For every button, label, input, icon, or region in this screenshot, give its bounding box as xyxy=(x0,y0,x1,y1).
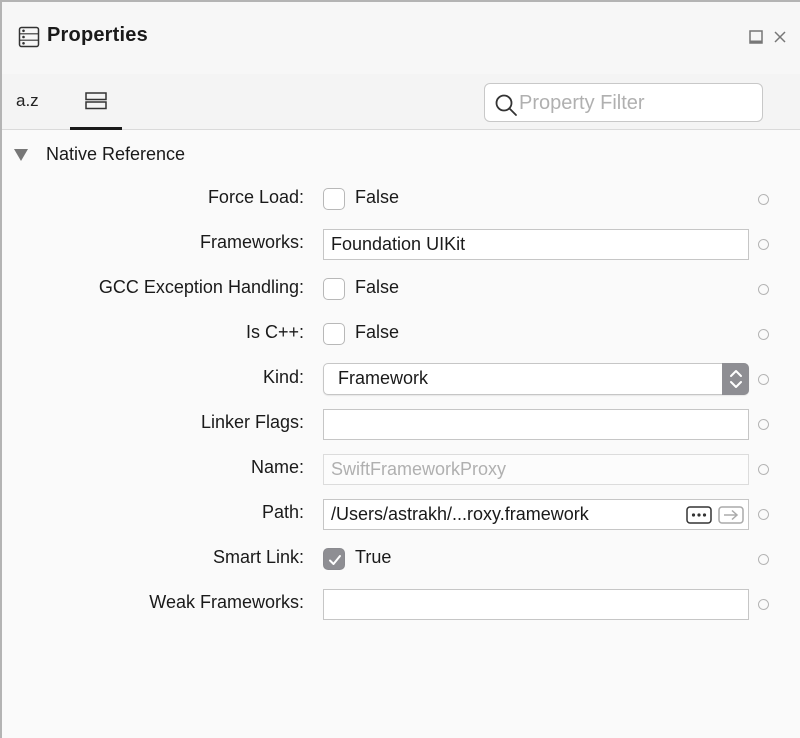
reset-default-button[interactable] xyxy=(758,284,769,295)
property-filter-box[interactable] xyxy=(484,83,763,122)
search-icon xyxy=(495,94,517,116)
select-stepper[interactable] xyxy=(722,363,749,395)
property-label: GCC Exception Handling: xyxy=(98,277,304,297)
property-row-linker-flags: Linker Flags: xyxy=(2,404,800,444)
close-button[interactable] xyxy=(772,29,788,45)
reset-default-button[interactable] xyxy=(758,329,769,340)
selected-value: Framework xyxy=(338,368,429,388)
reset-default-button[interactable] xyxy=(758,554,769,565)
checkbox-label: True xyxy=(355,547,392,567)
chevron-up-down-icon xyxy=(730,370,742,388)
section-title: Native Reference xyxy=(46,144,186,164)
maximize-button[interactable] xyxy=(748,29,764,45)
panel-title: Properties xyxy=(47,24,148,46)
checkbox-label: False xyxy=(355,322,400,342)
property-label: Path: xyxy=(261,502,304,522)
arrow-right-icon[interactable] xyxy=(718,506,744,524)
maximize-icon xyxy=(749,30,763,44)
category-view-icon xyxy=(85,92,107,110)
section-native-reference[interactable]: Native Reference xyxy=(2,142,402,168)
property-label: Weak Frameworks: xyxy=(149,592,304,612)
checkmark-icon xyxy=(329,555,341,565)
properties-list-icon xyxy=(18,26,40,48)
kind-select[interactable]: Framework xyxy=(323,363,749,395)
smart-link-checkbox[interactable] xyxy=(323,548,345,570)
reset-default-button[interactable] xyxy=(758,464,769,475)
path-input[interactable]: /Users/astrakh/...roxy.framework xyxy=(323,499,749,530)
properties-panel: Properties a.z Property Filter Native Re… xyxy=(0,0,800,738)
property-row-frameworks: Frameworks: Foundation UIKit xyxy=(2,224,800,264)
linker-flags-input[interactable] xyxy=(323,409,749,440)
weak-frameworks-input[interactable] xyxy=(323,589,749,620)
frameworks-input[interactable]: Foundation UIKit xyxy=(323,229,749,260)
close-icon xyxy=(774,31,786,43)
path-text: /Users/astrakh/...roxy.framework xyxy=(331,504,589,524)
tab-sort-by-category[interactable] xyxy=(70,74,122,130)
property-row-is-cpp: Is C++: False xyxy=(2,314,800,354)
title-bar: Properties xyxy=(2,2,800,74)
gcc-exception-handling-checkbox[interactable] xyxy=(323,278,345,300)
property-label: Kind: xyxy=(262,367,304,387)
reset-default-button[interactable] xyxy=(758,239,769,250)
active-tab-indicator xyxy=(70,127,122,130)
property-row-name: Name: SwiftFrameworkProxy xyxy=(2,449,800,489)
property-label: Smart Link: xyxy=(212,547,304,567)
disclosure-triangle-icon[interactable] xyxy=(14,149,28,161)
reset-default-button[interactable] xyxy=(758,419,769,430)
property-label: Force Load: xyxy=(207,187,304,207)
reset-default-button[interactable] xyxy=(758,374,769,385)
property-label: Linker Flags: xyxy=(200,412,304,432)
property-row-smart-link: Smart Link: True xyxy=(2,539,800,579)
name-input: SwiftFrameworkProxy xyxy=(323,454,749,485)
properties-toolbar: a.z xyxy=(2,74,800,130)
property-label: Is C++: xyxy=(245,322,304,342)
is-cpp-checkbox[interactable] xyxy=(323,323,345,345)
tab-label: a.z xyxy=(16,91,39,110)
reset-default-button[interactable] xyxy=(758,599,769,610)
property-row-weak-frameworks: Weak Frameworks: xyxy=(2,584,800,624)
checkbox-label: False xyxy=(355,277,400,297)
property-row-kind: Kind: Framework xyxy=(2,359,800,399)
force-load-checkbox[interactable] xyxy=(323,188,345,210)
reset-default-button[interactable] xyxy=(758,509,769,520)
reset-default-button[interactable] xyxy=(758,194,769,205)
ellipsis-icon[interactable] xyxy=(686,506,712,524)
tab-sort-alphabetical[interactable]: a.z xyxy=(2,74,58,130)
property-row-path: Path: /Users/astrakh/...roxy.framework xyxy=(2,494,800,534)
property-row-force-load: Force Load: False xyxy=(2,179,800,219)
property-filter-input[interactable] xyxy=(519,88,757,118)
property-label: Name: xyxy=(250,457,304,477)
checkbox-label: False xyxy=(355,187,400,207)
property-row-gcc-exception-handling: GCC Exception Handling: False xyxy=(2,269,800,309)
property-label: Frameworks: xyxy=(199,232,304,252)
